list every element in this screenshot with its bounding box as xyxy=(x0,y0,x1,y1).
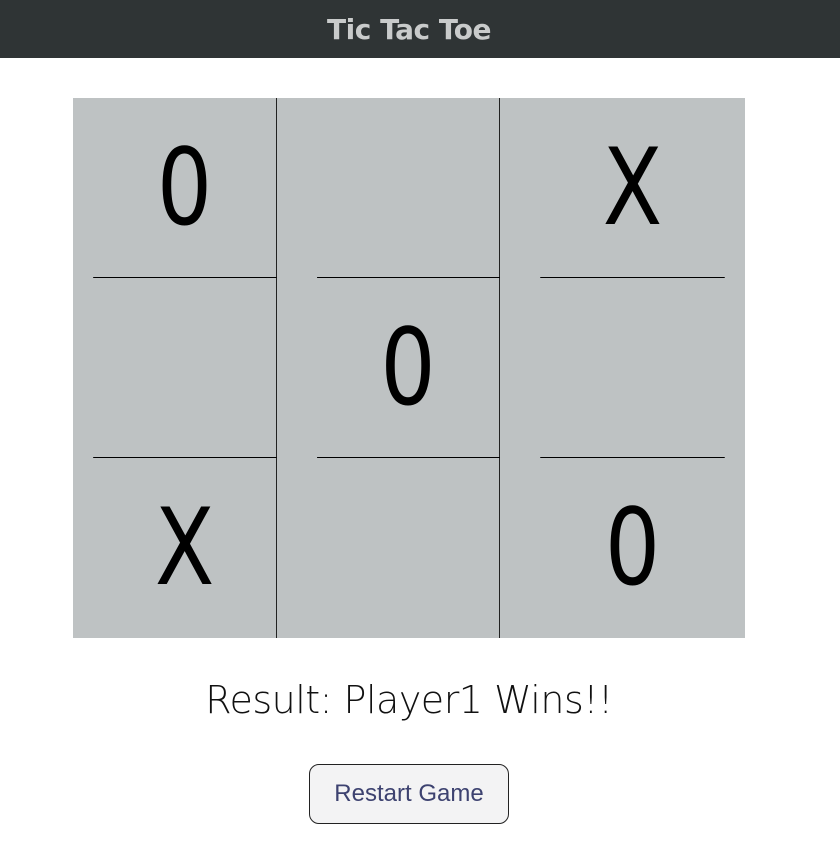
board-cell-0[interactable]: 0 xyxy=(93,98,277,278)
board-cell-1[interactable] xyxy=(317,98,500,278)
board-cell-3[interactable] xyxy=(93,278,277,458)
board-cell-4[interactable]: 0 xyxy=(317,278,500,458)
board-cell-5[interactable] xyxy=(540,278,725,458)
board-cell-2[interactable]: X xyxy=(540,98,725,278)
cell-mark: 0 xyxy=(380,305,436,429)
game-board: 0 X 0 X 0 xyxy=(73,98,745,638)
board-cell-7[interactable] xyxy=(317,458,500,638)
cell-mark: 0 xyxy=(604,486,661,609)
cell-mark: 0 xyxy=(156,125,213,249)
board-cell-8[interactable]: 0 xyxy=(540,458,725,638)
page-title: Tic Tac Toe xyxy=(327,12,491,46)
result-text: Result: Player1 Wins!! xyxy=(205,678,613,722)
restart-game-button[interactable]: Restart Game xyxy=(309,764,509,824)
cell-mark: X xyxy=(154,486,215,609)
board-cell-6[interactable]: X xyxy=(93,458,277,638)
cell-mark: X xyxy=(602,125,663,249)
app-header: Tic Tac Toe xyxy=(0,0,840,58)
